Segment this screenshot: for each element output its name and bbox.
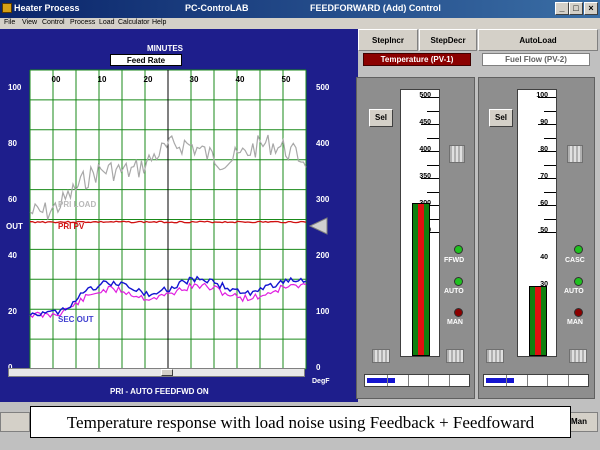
fuel-flow-output-bar — [483, 374, 589, 387]
output-bar-segment — [428, 375, 430, 386]
ffwd-led-icon — [454, 245, 463, 254]
right-tick-label: 500 — [316, 83, 330, 92]
output-bar-segment — [567, 375, 569, 386]
left-tick-label: 60 — [8, 195, 17, 204]
right-tick-label: 0 — [316, 363, 321, 372]
fuel-flow-scale-tick — [544, 137, 556, 139]
fuel-flow-scale-label: 60 — [540, 200, 548, 207]
casc-led-label: CASC — [565, 257, 585, 264]
output-bar-segment — [407, 375, 409, 386]
output-bar-segment — [526, 375, 528, 386]
flow-auto-led-label[interactable]: AUTO — [564, 288, 584, 295]
flow-auto-led-icon — [574, 277, 583, 286]
auto-load-button[interactable]: AutoLoad — [478, 29, 598, 51]
trend-status-line: PRI - AUTO FEEDFWD ON — [110, 387, 209, 396]
left-tick-label: 20 — [8, 307, 17, 316]
man-led-icon — [454, 308, 463, 317]
auto-led-icon — [454, 277, 463, 286]
fuel-flow-scale-label: 50 — [540, 227, 548, 234]
fuel-flow-scale-label: 100 — [536, 92, 548, 99]
x-tick-label: 00 — [52, 75, 61, 84]
output-bar-segment — [448, 375, 450, 386]
x-tick-label: 20 — [144, 75, 153, 84]
output-bar-segment — [547, 375, 549, 386]
temperature-setpoint-slider-icon[interactable] — [449, 145, 465, 163]
left-tick-label: 80 — [8, 139, 17, 148]
flow-lower-slider-icon[interactable] — [486, 349, 504, 363]
fuel-flow-output-fill — [486, 378, 514, 383]
temperature-scale-label: 450 — [419, 119, 431, 126]
temperature-pv-bar — [412, 203, 430, 356]
temperature-scale-tick — [427, 110, 439, 112]
fuel-flow-scale-label: 90 — [540, 119, 548, 126]
fuel-flow-scale: 100 90 80 70 60 50 40 30 — [517, 89, 557, 357]
output-bar-segment — [506, 375, 508, 386]
temperature-scale-label: 400 — [419, 146, 431, 153]
temperature-scale-label: 350 — [419, 173, 431, 180]
fuel-flow-scale-label: 80 — [540, 146, 548, 153]
trend-scrollbar[interactable] — [8, 368, 305, 377]
x-tick-label: 30 — [190, 75, 199, 84]
fuel-flow-pv-bar-core — [535, 287, 541, 355]
x-tick-label: 40 — [236, 75, 245, 84]
flow-man-led-icon — [574, 308, 583, 317]
temperature-output-bar — [364, 374, 470, 387]
temperature-scale-tick — [427, 137, 439, 139]
left-tick-label: 100 — [8, 83, 22, 92]
temperature-scale-tick — [427, 191, 439, 193]
fuel-flow-pv-bar — [529, 286, 547, 356]
pri-pv-label: PRI PV — [58, 222, 85, 231]
temperature-output-fill — [367, 378, 395, 383]
bottom-left-panel — [0, 412, 30, 432]
step-decr-button[interactable]: StepDecr — [419, 29, 477, 51]
pri-load-label: PRI LOAD — [58, 200, 96, 209]
out-label: OUT — [6, 222, 23, 231]
x-tick-label: 50 — [282, 75, 291, 84]
fuel-flow-pv-label[interactable]: Fuel Flow (PV-2) — [482, 53, 590, 66]
temp-man-led-label[interactable]: MAN — [447, 319, 463, 326]
fuel-flow-scale-tick — [544, 191, 556, 193]
casc-led-icon — [574, 245, 583, 254]
left-tick-label: 40 — [8, 251, 17, 260]
temperature-sel-button[interactable]: Sel — [369, 109, 393, 127]
degf-unit-label: DegF — [312, 378, 330, 385]
output-bar-segment — [387, 375, 389, 386]
temp-auto-led-label[interactable]: AUTO — [444, 288, 464, 295]
fuel-flow-scale-label: 70 — [540, 173, 548, 180]
fuel-flow-scale-tick — [544, 110, 556, 112]
fuel-flow-scale-tick — [544, 218, 556, 220]
temperature-pv-label[interactable]: Temperature (PV-1) — [363, 53, 471, 66]
output-pointer-icon — [308, 217, 328, 235]
sec-out-label: SEC OUT — [58, 315, 94, 324]
fuel-flow-scale-label: 40 — [540, 254, 548, 261]
right-tick-label: 100 — [316, 307, 330, 316]
right-tick-label: 300 — [316, 195, 330, 204]
temperature-scale: 500450400350300250 — [400, 89, 440, 357]
scrollbar-thumb[interactable] — [161, 369, 173, 376]
step-incr-button[interactable]: StepIncr — [358, 29, 418, 51]
application-window: Heater Process PC-ControLAB FEEDFORWARD … — [0, 0, 600, 450]
caption-banner: Temperature response with load noise usi… — [30, 406, 571, 438]
temperature-scale-label: 500 — [419, 92, 431, 99]
temperature-pv-bar-core — [418, 204, 424, 355]
temperature-scale-tick — [427, 164, 439, 166]
flow-lower-right-slider-icon[interactable] — [569, 349, 587, 363]
flow-man-led-label[interactable]: MAN — [567, 319, 583, 326]
temp-lower-right-slider-icon[interactable] — [446, 349, 464, 363]
fuel-flow-sel-button[interactable]: Sel — [489, 109, 513, 127]
ffwd-led-label: FFWD — [444, 257, 465, 264]
right-tick-label: 400 — [316, 139, 330, 148]
fuel-flow-setpoint-slider-icon[interactable] — [567, 145, 583, 163]
x-tick-label: 10 — [98, 75, 107, 84]
fuel-flow-scale-tick — [544, 164, 556, 166]
right-tick-label: 200 — [316, 251, 330, 260]
temp-lower-slider-icon[interactable] — [372, 349, 390, 363]
